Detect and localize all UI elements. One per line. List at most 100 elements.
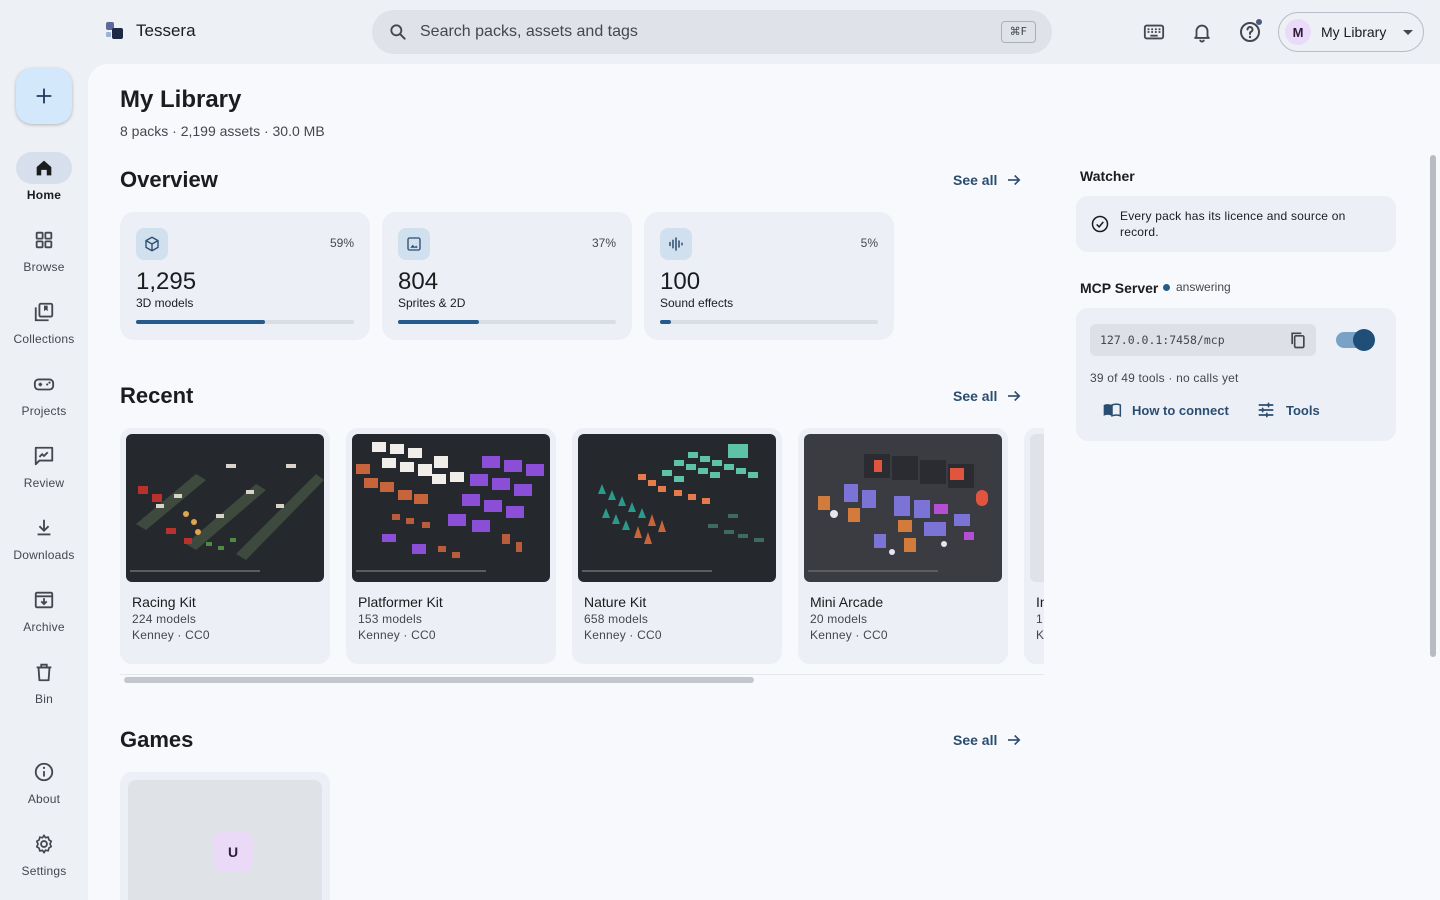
- app-logo-icon: [104, 20, 126, 42]
- game-card[interactable]: U: [120, 772, 330, 900]
- search-input[interactable]: [420, 10, 980, 54]
- toggle-knob: [1353, 329, 1375, 351]
- nav-item-settings[interactable]: Settings: [0, 828, 88, 892]
- trash-icon: [36, 663, 52, 682]
- pack-thumbnail: [126, 434, 324, 582]
- image-icon: [398, 228, 430, 260]
- pack-card-platformer-kit[interactable]: Platformer Kit 153 models Kenney · CC0: [346, 428, 556, 664]
- page-scrollbar[interactable]: [1430, 155, 1436, 657]
- copy-icon[interactable]: [1288, 330, 1308, 350]
- recent-packs-carousel[interactable]: Racing Kit 224 models Kenney · CC0 Platf…: [120, 428, 1044, 690]
- overview-see-all-link[interactable]: See all: [953, 171, 1023, 189]
- mcp-address-field[interactable]: 127.0.0.1:7458/mcp: [1090, 324, 1316, 356]
- search-bar[interactable]: ⌘F: [372, 10, 1052, 54]
- nav-item-review[interactable]: Review: [0, 440, 88, 504]
- stat-progress-fill: [136, 320, 265, 324]
- carousel-scrollbar[interactable]: [120, 674, 1044, 683]
- nav-item-downloads[interactable]: Downloads: [0, 512, 88, 576]
- pack-count: 658 models: [584, 612, 649, 626]
- nav-label: Collections: [13, 332, 75, 346]
- app-name: Tessera: [136, 21, 196, 40]
- navigation-rail: Home Browse Collections Projects Review …: [0, 64, 88, 900]
- pack-name: In: [1036, 594, 1044, 610]
- see-all-label: See all: [953, 388, 998, 404]
- pack-name: Racing Kit: [132, 594, 196, 610]
- stat-value: 1,295: [136, 268, 197, 295]
- game-avatar: U: [213, 832, 253, 872]
- stat-label: Sound effects: [660, 296, 734, 310]
- notifications-button[interactable]: [1188, 18, 1216, 46]
- mcp-panel: 127.0.0.1:7458/mcp 39 of 49 tools · no c…: [1076, 308, 1396, 441]
- how-to-connect-button[interactable]: How to connect: [1102, 400, 1229, 420]
- collections-icon: [34, 302, 54, 322]
- watcher-message: Every pack has its licence and source on…: [1120, 209, 1346, 239]
- help-button[interactable]: [1236, 18, 1264, 46]
- nav-label: Settings: [21, 864, 67, 878]
- stat-card-sprites[interactable]: 37% 804 Sprites & 2D: [382, 212, 632, 340]
- nav-item-browse[interactable]: Browse: [0, 224, 88, 288]
- library-switcher[interactable]: M My Library: [1278, 12, 1424, 52]
- see-all-label: See all: [953, 172, 998, 188]
- keyboard-shortcuts-button[interactable]: [1140, 18, 1168, 46]
- stat-value: 804: [398, 268, 439, 295]
- add-button[interactable]: [16, 68, 72, 124]
- search-icon: [390, 24, 406, 40]
- nav-item-projects[interactable]: Projects: [0, 368, 88, 432]
- stat-card-3d-models[interactable]: 59% 1,295 3D models: [120, 212, 370, 340]
- book-icon: [1103, 403, 1122, 418]
- download-icon: [37, 519, 51, 536]
- stat-value: 100: [660, 268, 701, 295]
- nav-item-collections[interactable]: Collections: [0, 296, 88, 360]
- pack-card-mini-arcade[interactable]: Mini Arcade 20 models Kenney · CC0: [798, 428, 1008, 664]
- main-content: My Library 8 packs · 2,199 assets · 30.0…: [88, 64, 1440, 900]
- pack-thumbnail: [804, 434, 1002, 582]
- games-see-all-link[interactable]: See all: [953, 731, 1023, 749]
- brand[interactable]: Tessera: [104, 20, 196, 42]
- nav-label: Downloads: [13, 548, 75, 562]
- watcher-panel: Every pack has its licence and source on…: [1076, 196, 1396, 252]
- nav-label: Bin: [35, 692, 53, 706]
- see-all-label: See all: [953, 732, 998, 748]
- help-badge-dot: [1256, 19, 1262, 25]
- tools-button[interactable]: Tools: [1256, 400, 1320, 420]
- nav-label: Home: [26, 188, 62, 202]
- pack-thumbnail: [1030, 434, 1044, 582]
- keyboard-icon: [1143, 24, 1165, 40]
- info-icon: [34, 762, 54, 782]
- pack-license: Kenney · CC0: [584, 628, 662, 642]
- stat-progress-bar: [660, 320, 878, 324]
- pack-count: 1: [1036, 612, 1043, 626]
- page-title: My Library: [120, 86, 242, 113]
- mcp-address: 127.0.0.1:7458/mcp: [1100, 333, 1225, 347]
- pack-thumbnail: [352, 434, 550, 582]
- nav-label: Review: [23, 476, 65, 490]
- watcher-heading: Watcher: [1080, 168, 1135, 184]
- pack-name: Nature Kit: [584, 594, 647, 610]
- pack-card-racing-kit[interactable]: Racing Kit 224 models Kenney · CC0: [120, 428, 330, 664]
- pack-thumbnail: [578, 434, 776, 582]
- pack-count: 224 models: [132, 612, 197, 626]
- nav-item-bin[interactable]: Bin: [0, 656, 88, 720]
- recent-see-all-link[interactable]: See all: [953, 387, 1023, 405]
- nav-item-home[interactable]: Home: [0, 152, 88, 216]
- mcp-heading: MCP Server: [1080, 280, 1159, 296]
- nav-label: Projects: [21, 404, 67, 418]
- mcp-enable-toggle[interactable]: [1336, 329, 1375, 351]
- nav-item-about[interactable]: About: [0, 756, 88, 820]
- pack-name: Mini Arcade: [810, 594, 884, 610]
- nav-label: Archive: [23, 620, 65, 634]
- pack-card-nature-kit[interactable]: Nature Kit 658 models Kenney · CC0: [572, 428, 782, 664]
- stat-progress-bar: [136, 320, 354, 324]
- bell-icon: [1194, 24, 1210, 43]
- check-circle-icon: [1091, 215, 1109, 233]
- arrow-right-icon: [1008, 734, 1021, 746]
- carousel-scrollbar-thumb[interactable]: [124, 677, 754, 683]
- pack-card-partial[interactable]: In 1 K: [1024, 428, 1044, 664]
- home-icon: [36, 160, 52, 176]
- stat-label: 3D models: [136, 296, 194, 310]
- arrow-right-icon: [1008, 390, 1021, 402]
- stat-card-sound-effects[interactable]: 5% 100 Sound effects: [644, 212, 894, 340]
- nav-item-archive[interactable]: Archive: [0, 584, 88, 648]
- pack-license: Kenney · CC0: [132, 628, 210, 642]
- pack-name: Platformer Kit: [358, 594, 443, 610]
